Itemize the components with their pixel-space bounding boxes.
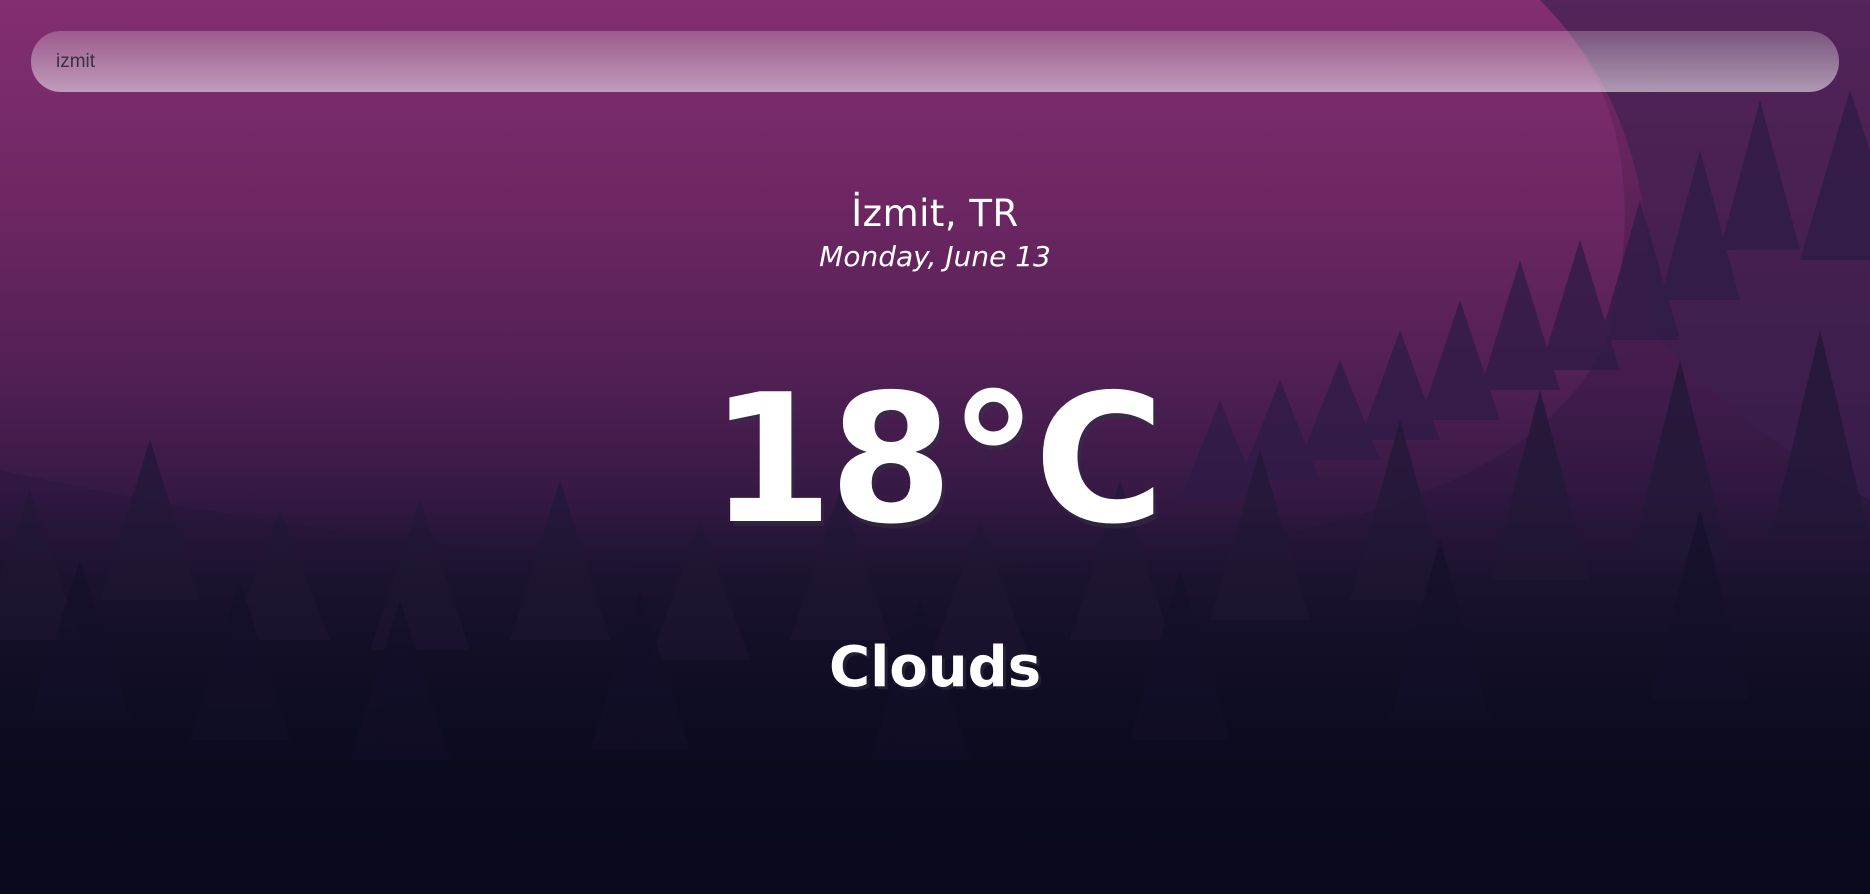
search-bar[interactable] bbox=[31, 31, 1839, 92]
location-box: İzmit, TR Monday, June 13 bbox=[0, 190, 1870, 276]
current-date: Monday, June 13 bbox=[819, 240, 1051, 273]
temperature: 18°C bbox=[709, 356, 1164, 563]
search-input[interactable] bbox=[31, 31, 1839, 92]
location-name: İzmit, TR bbox=[851, 192, 1019, 235]
condition-box: Clouds bbox=[0, 630, 1870, 706]
weather-box: 18°C bbox=[0, 360, 1870, 560]
weather-condition: Clouds bbox=[828, 635, 1042, 700]
